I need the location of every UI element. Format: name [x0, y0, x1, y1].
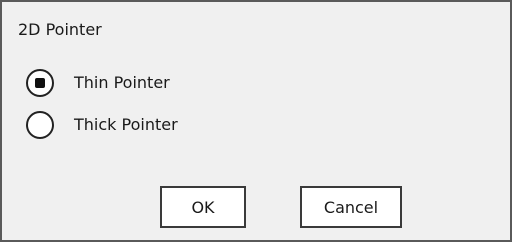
radio-label-thick-pointer[interactable]: Thick Pointer — [74, 115, 178, 135]
radio-option-thick-pointer[interactable]: Thick Pointer — [26, 110, 178, 140]
radio-selected-indicator — [35, 78, 45, 88]
ok-button[interactable]: OK — [160, 186, 246, 228]
radio-button-thin-pointer[interactable] — [26, 69, 54, 97]
cancel-button[interactable]: Cancel — [300, 186, 402, 228]
radio-label-thin-pointer[interactable]: Thin Pointer — [74, 73, 170, 93]
radio-button-thick-pointer[interactable] — [26, 111, 54, 139]
dialog-title: 2D Pointer — [18, 20, 102, 39]
pointer-dialog: 2D Pointer Thin Pointer Thick Pointer OK… — [0, 0, 512, 242]
radio-option-thin-pointer[interactable]: Thin Pointer — [26, 68, 170, 98]
